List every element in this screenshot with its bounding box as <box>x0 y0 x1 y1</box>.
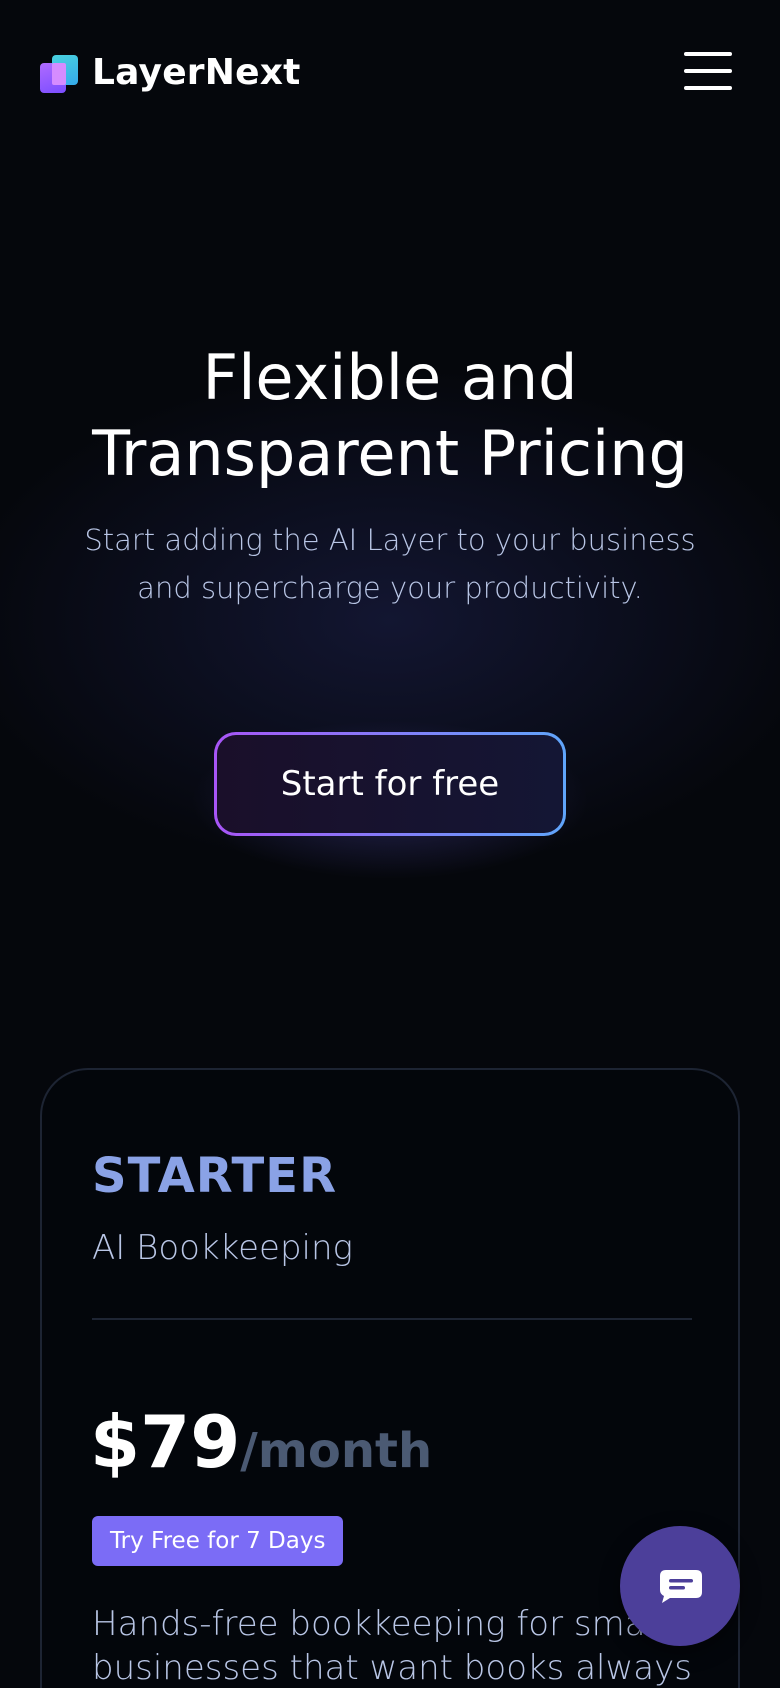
price-row: $79 /month <box>90 1400 432 1484</box>
brand-name: LayerNext <box>92 52 301 93</box>
site-header: LayerNext <box>0 0 780 150</box>
plan-subtitle: AI Bookkeeping <box>92 1228 353 1268</box>
chat-launcher-button[interactable] <box>620 1526 740 1646</box>
card-divider <box>92 1318 692 1320</box>
page-subtitle: Start adding the AI Layer to your busine… <box>84 523 696 605</box>
layernext-logo-icon <box>40 53 80 93</box>
plan-price: $79 <box>90 1400 241 1484</box>
start-for-free-button[interactable]: Start for free <box>217 735 563 833</box>
page-title: Flexible and Transparent Pricing <box>92 341 688 490</box>
hamburger-menu-icon[interactable] <box>680 50 732 92</box>
cta-border: Start for free <box>214 732 566 836</box>
pricing-page: LayerNext Flexible and Transparent Prici… <box>0 0 780 1688</box>
brand-logo[interactable]: LayerNext <box>40 52 301 93</box>
try-free-button[interactable]: Try Free for 7 Days <box>92 1516 344 1566</box>
plan-name: STARTER <box>92 1148 338 1204</box>
chat-bubble-icon <box>660 1570 702 1603</box>
plan-period: /month <box>240 1423 433 1479</box>
plan-description: Hands-free bookkeeping for small busines… <box>92 1604 692 1688</box>
